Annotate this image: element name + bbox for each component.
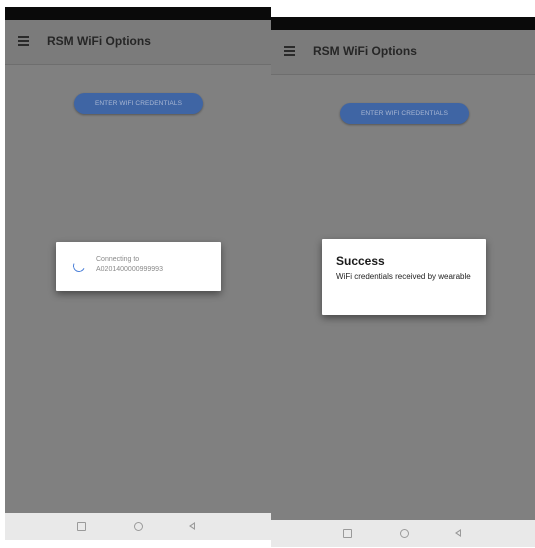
hamburger-menu-icon[interactable] <box>18 36 29 46</box>
connecting-label: Connecting to <box>96 256 140 263</box>
phone-screen-connecting: RSM WiFi Options ENTER WIFI CREDENTIALS … <box>5 7 271 540</box>
navigation-bar <box>5 513 271 540</box>
home-icon[interactable] <box>400 529 409 538</box>
phone-screen-success: RSM WiFi Options ENTER WIFI CREDENTIALS … <box>271 17 535 547</box>
recent-apps-icon[interactable] <box>343 529 352 538</box>
back-icon[interactable] <box>189 522 195 530</box>
success-dialog: Success WiFi credentials received by wea… <box>322 239 486 315</box>
hamburger-menu-icon[interactable] <box>284 46 295 56</box>
dialog-message: WiFi credentials received by wearable <box>336 272 471 281</box>
app-bar: RSM WiFi Options <box>5 20 271 65</box>
enter-wifi-credentials-button[interactable]: ENTER WIFI CREDENTIALS <box>340 103 469 124</box>
connecting-dialog: Connecting to A0201400000999993 <box>56 242 221 291</box>
home-icon[interactable] <box>134 522 143 531</box>
loading-spinner-icon <box>71 258 87 274</box>
status-bar <box>271 17 535 30</box>
back-icon[interactable] <box>455 529 461 537</box>
recent-apps-icon[interactable] <box>77 522 86 531</box>
status-bar <box>5 7 271 20</box>
device-id-label: A0201400000999993 <box>96 266 163 273</box>
enter-wifi-credentials-button[interactable]: ENTER WIFI CREDENTIALS <box>74 93 203 114</box>
dialog-title: Success <box>336 254 385 268</box>
app-title: RSM WiFi Options <box>47 34 151 48</box>
app-title: RSM WiFi Options <box>313 44 417 58</box>
app-bar: RSM WiFi Options <box>271 30 535 75</box>
navigation-bar <box>271 520 535 547</box>
